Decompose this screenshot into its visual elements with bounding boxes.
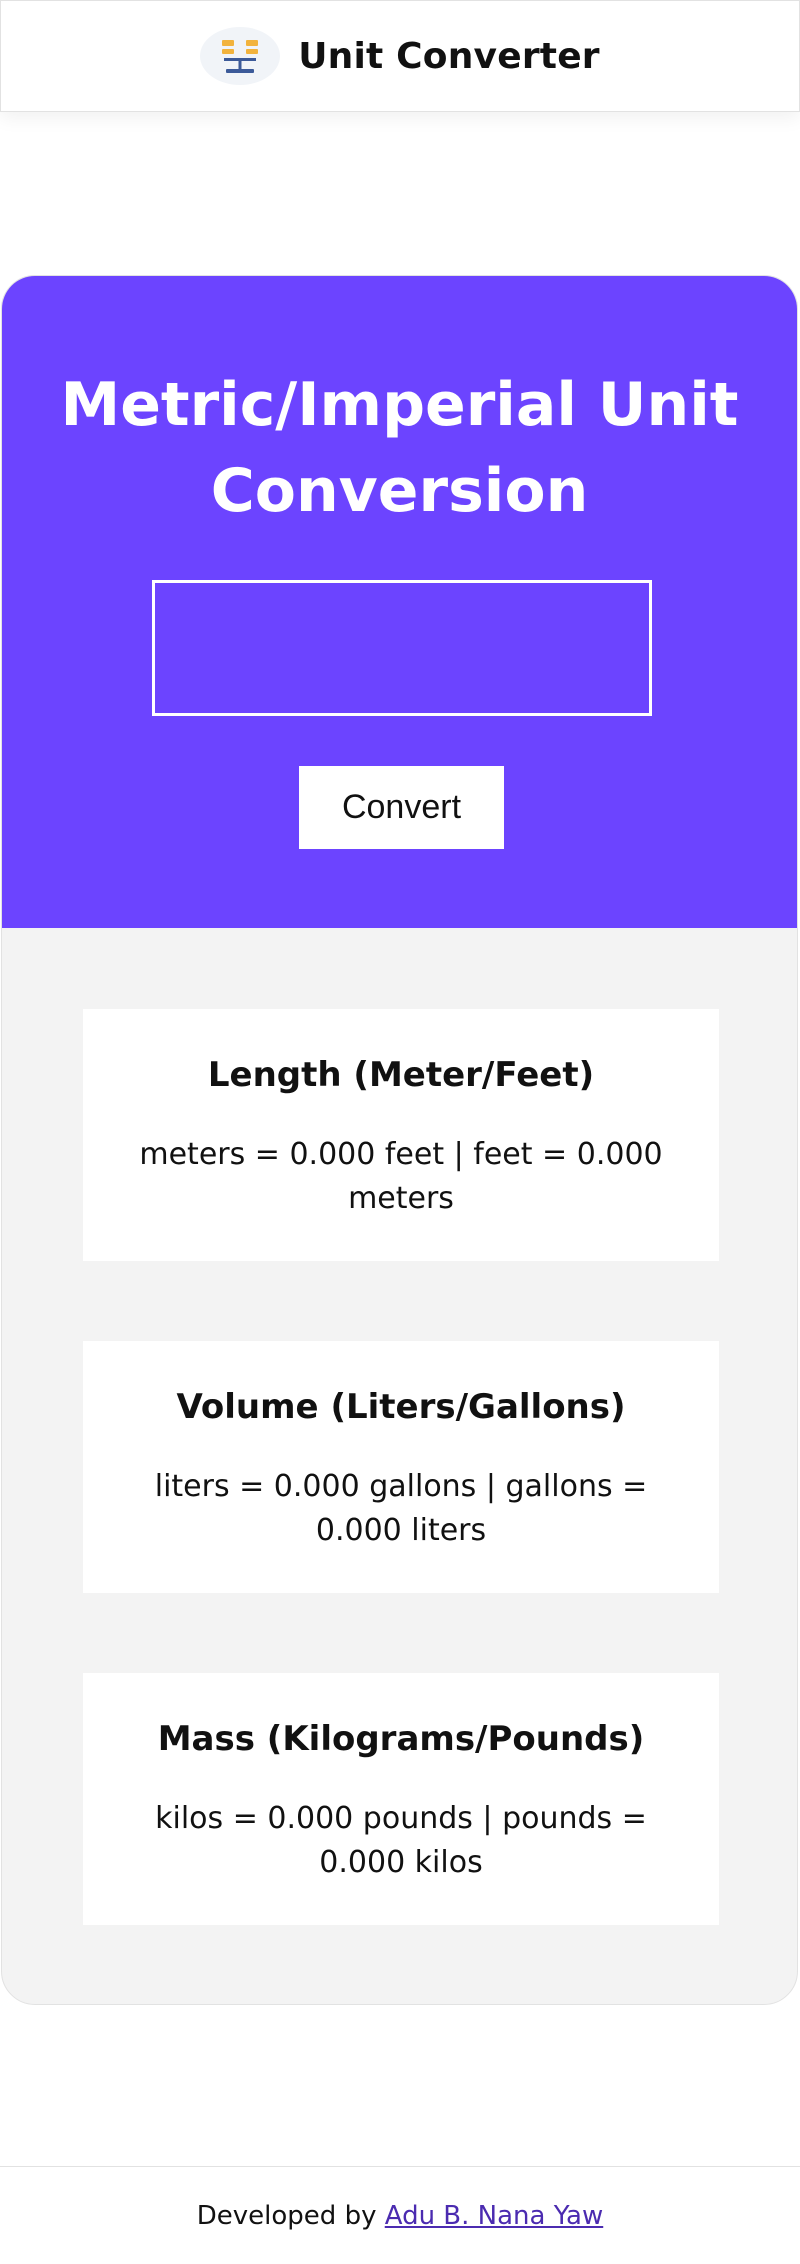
mass-result-title: Mass (Kilograms/Pounds) [157,1719,645,1759]
hero-title: Metric/Imperial Unit Conversion [60,370,739,526]
page: Unit Converter Metric/Imperial Unit Conv… [0,0,800,2264]
mass-result-text: kilos = 0.000 pounds | pounds = 0.000 ki… [155,1801,647,1880]
footer: Developed by Adu B. Nana Yaw [0,2166,800,2264]
app-title: Unit Converter [298,35,600,77]
length-result-title: Length (Meter/Feet) [207,1055,595,1095]
mass-result-card: Mass (Kilograms/Pounds) kilos = 0.000 po… [83,1673,719,1925]
length-result-card: Length (Meter/Feet) meters = 0.000 feet … [83,1009,719,1261]
app-header: Unit Converter [0,0,800,112]
scale-balance-icon [200,27,281,85]
volume-result-title: Volume (Liters/Gallons) [176,1387,626,1427]
hero-panel: Metric/Imperial Unit Conversion Convert [2,276,797,928]
author-link[interactable]: Adu B. Nana Yaw [385,2201,604,2231]
footer-prefix: Developed by [196,2201,377,2231]
volume-result-card: Volume (Liters/Gallons) liters = 0.000 g… [83,1341,719,1593]
convert-button[interactable]: Convert [299,766,504,849]
length-result-text: meters = 0.000 feet | feet = 0.000 meter… [139,1137,663,1216]
volume-result-text: liters = 0.000 gallons | gallons = 0.000… [154,1469,648,1548]
value-input[interactable] [152,580,652,716]
converter-card: Metric/Imperial Unit Conversion Convert … [1,275,798,2005]
